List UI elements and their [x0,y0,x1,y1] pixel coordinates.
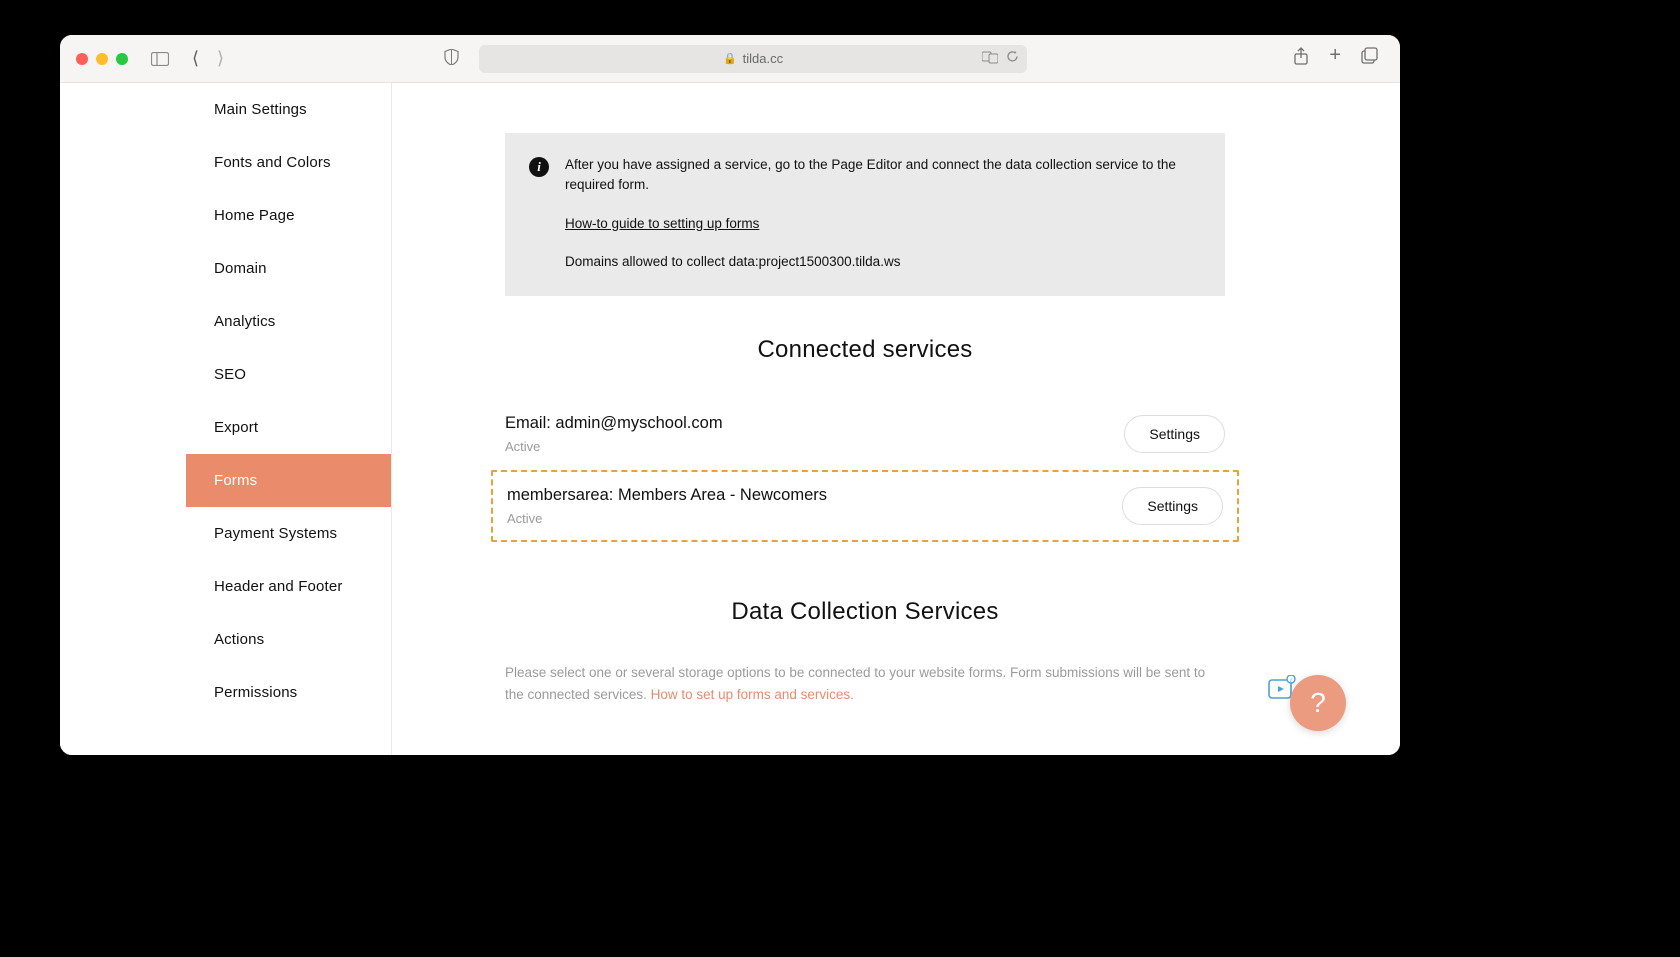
main-inner: i After you have assigned a service, go … [505,83,1225,705]
service-status: Active [507,511,827,526]
info-banner-text: After you have assigned a service, go to… [565,155,1201,196]
info-banner-domains: Domains allowed to collect data:project1… [565,252,1201,272]
data-collection-link[interactable]: How to set up forms and services. [651,687,854,702]
tabs-overview-icon[interactable] [1361,47,1378,70]
service-name: Email: admin@myschool.com [505,414,723,433]
nav-back-button[interactable]: ⟨ [188,48,203,69]
url-host: tilda.cc [743,51,783,66]
window-minimize-button[interactable] [96,53,108,65]
new-tab-icon[interactable]: + [1329,47,1341,70]
nav-arrows: ⟨ ⟩ [188,48,228,69]
service-row-membersarea: membersarea: Members Area - Newcomers Ac… [507,484,1223,528]
lock-icon: 🔒 [723,52,737,65]
help-button[interactable]: ? [1290,675,1346,731]
sidebar-item-export[interactable]: Export [186,401,391,454]
service-status: Active [505,439,723,454]
sidebar-item-main-settings[interactable]: Main Settings [186,83,391,136]
window-maximize-button[interactable] [116,53,128,65]
address-bar[interactable]: 🔒 tilda.cc [479,45,1027,73]
sidebar-item-payment-systems[interactable]: Payment Systems [186,507,391,560]
sidebar-item-actions[interactable]: Actions [186,613,391,666]
info-icon: i [529,157,549,177]
titlebar-right-tools: + [1293,47,1384,70]
traffic-lights [76,53,128,65]
share-icon[interactable] [1293,47,1309,70]
sidebar-item-permissions[interactable]: Permissions [186,666,391,719]
translate-icon[interactable] [982,50,998,67]
sidebar-item-header-footer[interactable]: Header and Footer [186,560,391,613]
info-banner-link[interactable]: How-to guide to setting up forms [565,214,759,234]
service-settings-button[interactable]: Settings [1122,487,1223,525]
info-text: After you have assigned a service, go to… [565,155,1201,272]
main-panel: i After you have assigned a service, go … [392,83,1338,755]
privacy-shield-icon[interactable] [444,49,459,69]
data-collection-title: Data Collection Services [505,598,1225,626]
sidebar-item-analytics[interactable]: Analytics [186,295,391,348]
service-name: membersarea: Members Area - Newcomers [507,486,827,505]
content-area: Main Settings Fonts and Colors Home Page… [60,83,1400,755]
nav-forward-button[interactable]: ⟩ [213,48,228,69]
window-close-button[interactable] [76,53,88,65]
titlebar: ⟨ ⟩ 🔒 tilda.cc + [60,35,1400,83]
service-row-email: Email: admin@myschool.com Active Setting… [505,400,1225,468]
sidebar-toggle-icon[interactable] [148,49,172,69]
reload-icon[interactable] [1006,50,1019,67]
settings-sidebar: Main Settings Fonts and Colors Home Page… [186,83,392,755]
sidebar-item-fonts-colors[interactable]: Fonts and Colors [186,136,391,189]
data-collection-desc: Please select one or several storage opt… [505,662,1225,705]
outer-margin-left [60,83,186,755]
sidebar-item-home-page[interactable]: Home Page [186,189,391,242]
service-settings-button[interactable]: Settings [1124,415,1225,453]
connected-services-title: Connected services [505,336,1225,364]
sidebar-item-domain[interactable]: Domain [186,242,391,295]
sidebar-item-seo[interactable]: SEO [186,348,391,401]
data-collection-section: Data Collection Services Please select o… [505,598,1225,705]
highlighted-service-row: membersarea: Members Area - Newcomers Ac… [491,470,1239,542]
outer-margin-right [1338,83,1400,755]
sidebar-item-forms[interactable]: Forms [186,454,391,507]
info-banner: i After you have assigned a service, go … [505,133,1225,296]
browser-window: ⟨ ⟩ 🔒 tilda.cc + [60,35,1400,755]
